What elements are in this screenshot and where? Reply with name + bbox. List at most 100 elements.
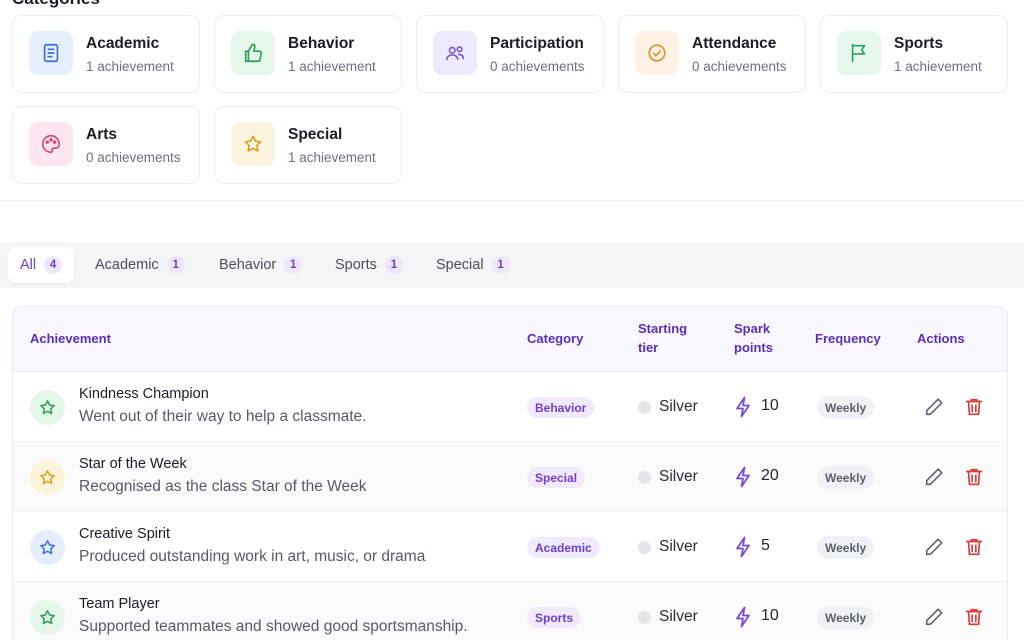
tab-label: Academic — [95, 257, 159, 273]
category-card-academic[interactable]: Academic 1 achievement — [12, 15, 200, 93]
category-card-arts[interactable]: Arts 0 achievements — [12, 106, 200, 184]
achievements-table: Achievement Category Starting tier Spark… — [12, 306, 1008, 640]
frequency-badge: Weekly — [817, 396, 875, 419]
category-name: Participation — [490, 35, 584, 52]
starting-tier: Silver — [659, 398, 698, 415]
category-card-participation[interactable]: Participation 0 achievements — [416, 15, 604, 93]
edit-icon[interactable] — [923, 606, 945, 628]
flag-icon — [837, 31, 881, 75]
starting-tier: Silver — [659, 608, 698, 625]
category-card-special[interactable]: Special 1 achievement — [214, 106, 402, 184]
achievement-title: Creative Spirit — [79, 526, 171, 542]
star-icon — [30, 600, 65, 635]
category-pill: Behavior — [527, 397, 595, 418]
achievement-description: Supported teammates and showed good spor… — [79, 618, 468, 635]
starting-tier: Silver — [659, 538, 698, 555]
category-count: 0 achievements — [692, 59, 787, 74]
header-category[interactable]: Category — [527, 329, 583, 348]
starting-tier: Silver — [659, 468, 698, 485]
category-pill: Sports — [527, 607, 582, 628]
palette-icon — [29, 122, 73, 166]
delete-icon[interactable] — [963, 466, 985, 488]
tab-label: Sports — [335, 257, 377, 273]
bolt-icon — [736, 396, 750, 418]
star-icon — [30, 530, 65, 565]
users-icon — [433, 31, 477, 75]
category-count: 1 achievement — [894, 59, 982, 74]
tab-academic[interactable]: Academic 1 — [83, 247, 197, 283]
category-name: Special — [288, 126, 343, 143]
edit-icon[interactable] — [923, 396, 945, 418]
tier-dot — [638, 541, 651, 554]
tier-dot — [638, 611, 651, 624]
section-divider — [0, 200, 1024, 201]
category-count: 0 achievements — [490, 59, 585, 74]
frequency-badge: Weekly — [817, 466, 875, 489]
tab-count-badge: 4 — [44, 256, 63, 274]
table-row[interactable]: Team Player Supported teammates and show… — [13, 582, 1007, 640]
category-count: 1 achievement — [288, 59, 376, 74]
tab-count-badge: 1 — [491, 256, 510, 274]
book-icon — [29, 31, 73, 75]
spark-points: 10 — [761, 607, 779, 624]
header-frequency[interactable]: Frequency — [815, 329, 881, 348]
category-name: Arts — [86, 126, 118, 143]
table-row[interactable]: Kindness Champion Went out of their way … — [13, 372, 1007, 442]
category-count: 0 achievements — [86, 150, 181, 165]
header-actions: Actions — [917, 331, 965, 346]
header-spark-points[interactable]: Spark points — [734, 319, 773, 357]
achievement-title: Kindness Champion — [79, 386, 209, 402]
delete-icon[interactable] — [963, 536, 985, 558]
category-count: 1 achievement — [86, 59, 174, 74]
category-pill: Special — [527, 467, 586, 488]
delete-icon[interactable] — [963, 606, 985, 628]
tab-label: Behavior — [219, 257, 277, 273]
header-achievement[interactable]: Achievement — [30, 329, 111, 348]
table-row[interactable]: Creative Spirit Produced outstanding wor… — [13, 512, 1007, 582]
header-line: Starting — [638, 321, 688, 336]
edit-icon[interactable] — [923, 466, 945, 488]
category-name: Academic — [86, 35, 160, 52]
star-icon — [30, 460, 65, 495]
achievement-description: Produced outstanding work in art, music,… — [79, 548, 426, 565]
tab-behavior[interactable]: Behavior 1 — [207, 247, 314, 283]
tab-label: All — [20, 257, 37, 273]
thumbs-up-icon — [231, 31, 275, 75]
frequency-badge: Weekly — [817, 536, 875, 559]
header-line: points — [734, 340, 773, 355]
category-pill: Academic — [527, 537, 600, 558]
header-line: tier — [638, 340, 659, 355]
category-card-sports[interactable]: Sports 1 achievement — [820, 15, 1008, 93]
bolt-icon — [736, 606, 750, 628]
tab-special[interactable]: Special 1 — [424, 247, 522, 283]
spark-points: 20 — [761, 467, 779, 484]
category-name: Behavior — [288, 35, 355, 52]
tier-dot — [638, 471, 651, 484]
achievement-description: Recognised as the class Star of the Week — [79, 478, 367, 495]
tab-sports[interactable]: Sports 1 — [323, 247, 415, 283]
delete-icon[interactable] — [963, 396, 985, 418]
table-header: Achievement Category Starting tier Spark… — [13, 307, 1007, 372]
header-starting-tier[interactable]: Starting tier — [638, 319, 687, 357]
tab-label: Special — [436, 257, 484, 273]
star-icon — [231, 122, 275, 166]
bolt-icon — [736, 466, 750, 488]
tab-count-badge: 1 — [384, 256, 403, 274]
spark-points: 5 — [761, 537, 770, 554]
check-circle-icon — [635, 31, 679, 75]
edit-icon[interactable] — [923, 536, 945, 558]
tab-all[interactable]: All 4 — [8, 247, 75, 283]
tier-dot — [638, 401, 651, 414]
category-card-attendance[interactable]: Attendance 0 achievements — [618, 15, 806, 93]
table-row[interactable]: Star of the Week Recognised as the class… — [13, 442, 1007, 512]
category-count: 1 achievement — [288, 150, 376, 165]
category-card-behavior[interactable]: Behavior 1 achievement — [214, 15, 402, 93]
frequency-badge: Weekly — [817, 606, 875, 629]
spark-points: 10 — [761, 397, 779, 414]
achievement-title: Team Player — [79, 596, 160, 612]
star-icon — [30, 390, 65, 425]
categories-title: Categories — [12, 0, 100, 9]
header-line: Spark — [734, 321, 771, 336]
category-name: Sports — [894, 35, 944, 52]
achievement-description: Went out of their way to help a classmat… — [79, 408, 367, 425]
